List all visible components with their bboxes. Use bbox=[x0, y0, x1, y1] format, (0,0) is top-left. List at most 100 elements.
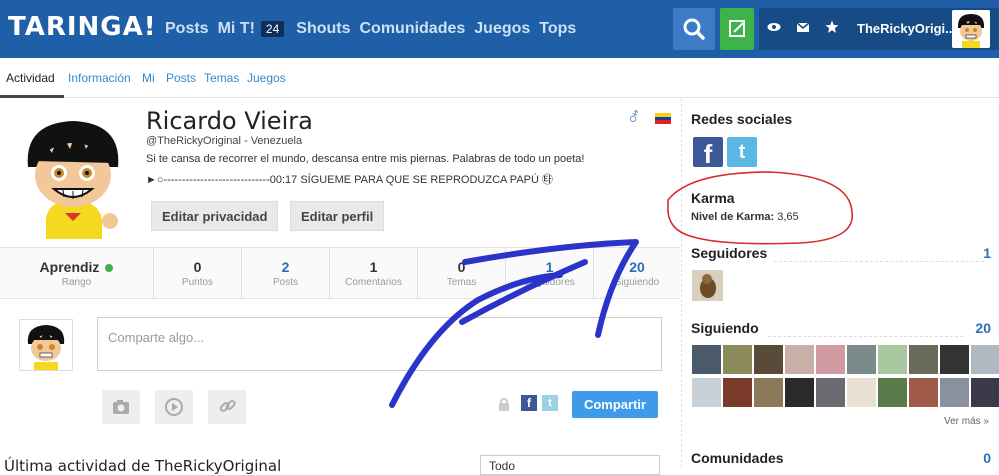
stat-followers[interactable]: 1 Seguidores bbox=[506, 248, 594, 300]
eye-icon[interactable] bbox=[767, 20, 781, 37]
profile-bio-line-2: ►○-----------------------------00:17 SÍG… bbox=[146, 174, 553, 186]
nav-shouts[interactable]: Shouts bbox=[296, 20, 350, 38]
site-logo[interactable]: TARINGA! bbox=[8, 12, 157, 42]
follower-avatar[interactable] bbox=[691, 269, 723, 301]
user-avatar[interactable] bbox=[952, 10, 990, 48]
edit-privacy-button[interactable]: Editar privacidad bbox=[151, 201, 279, 231]
divider bbox=[774, 261, 984, 262]
following-avatar[interactable] bbox=[908, 377, 939, 408]
online-status-dot bbox=[105, 264, 114, 273]
video-button[interactable] bbox=[155, 390, 193, 424]
stat-following[interactable]: 20 Siguiendo bbox=[594, 248, 680, 300]
following-avatar[interactable] bbox=[846, 344, 877, 375]
following-avatar[interactable] bbox=[753, 344, 784, 375]
stat-followers-value[interactable]: 1 bbox=[506, 259, 593, 275]
tab-temas[interactable]: Temas bbox=[204, 71, 239, 85]
stat-rank: Aprendiz Rango bbox=[0, 248, 154, 300]
following-avatar[interactable] bbox=[691, 344, 722, 375]
tab-actividad[interactable]: Actividad bbox=[6, 71, 55, 85]
social-networks-title: Redes sociales bbox=[691, 111, 793, 127]
communities-title: Comunidades bbox=[691, 450, 784, 466]
see-more-link[interactable]: Ver más » bbox=[944, 416, 989, 427]
following-avatar[interactable] bbox=[753, 377, 784, 408]
stat-followers-label: Seguidores bbox=[524, 277, 575, 288]
following-avatar[interactable] bbox=[784, 344, 815, 375]
mail-icon[interactable] bbox=[796, 20, 810, 37]
stat-posts-value[interactable]: 2 bbox=[242, 259, 329, 275]
following-avatar[interactable] bbox=[691, 377, 722, 408]
following-avatar[interactable] bbox=[939, 344, 970, 375]
lock-icon[interactable] bbox=[498, 397, 510, 414]
following-avatar[interactable] bbox=[846, 377, 877, 408]
stat-posts[interactable]: 2 Posts bbox=[242, 248, 330, 300]
last-activity-title: Última actividad de TheRickyOriginal bbox=[4, 457, 282, 475]
tab-posts[interactable]: Posts bbox=[166, 71, 196, 85]
user-menu[interactable]: TheRickyOrigi... bbox=[759, 8, 999, 50]
share-input[interactable]: Comparte algo... bbox=[97, 317, 662, 371]
stat-rank-label: Rango bbox=[61, 277, 92, 288]
twitter-share-toggle[interactable]: t bbox=[542, 395, 558, 411]
nav-juegos[interactable]: Juegos bbox=[474, 20, 530, 38]
nav-comunidades[interactable]: Comunidades bbox=[359, 20, 465, 38]
write-button[interactable] bbox=[720, 8, 754, 50]
facebook-icon[interactable]: f bbox=[693, 137, 723, 169]
following-avatar[interactable] bbox=[939, 377, 970, 408]
following-count[interactable]: 20 bbox=[975, 320, 991, 336]
following-avatar[interactable] bbox=[877, 377, 908, 408]
photo-button[interactable] bbox=[102, 390, 140, 424]
following-avatar[interactable] bbox=[722, 377, 753, 408]
search-button[interactable] bbox=[673, 8, 715, 50]
karma-title: Karma bbox=[691, 190, 735, 206]
twitter-icon[interactable]: t bbox=[727, 137, 757, 167]
following-avatar[interactable] bbox=[722, 344, 753, 375]
profile-tabs: Actividad Información Mi Posts Temas Jue… bbox=[0, 58, 999, 98]
facebook-share-toggle[interactable]: f bbox=[521, 395, 537, 411]
tab-mi[interactable]: Mi bbox=[142, 71, 155, 85]
stat-following-label: Siguiendo bbox=[614, 277, 660, 288]
share-button[interactable]: Compartir bbox=[572, 391, 658, 418]
followers-count[interactable]: 1 bbox=[983, 245, 991, 261]
following-avatar[interactable] bbox=[970, 344, 999, 375]
stat-posts-label: Posts bbox=[272, 277, 298, 288]
stat-topics-value: 0 bbox=[457, 259, 466, 275]
search-icon bbox=[683, 18, 705, 40]
profile-header: Ricardo Vieira @TheRickyOriginal - Venez… bbox=[0, 99, 680, 247]
stat-comments: 1 Comentarios bbox=[330, 248, 418, 300]
following-avatar[interactable] bbox=[815, 377, 846, 408]
composer-avatar bbox=[19, 319, 73, 371]
top-bar: TARINGA! Posts Mi T! 24 Shouts Comunidad… bbox=[0, 0, 999, 58]
mi-t-badge: 24 bbox=[260, 21, 285, 37]
stat-topics: 0 Temas bbox=[418, 248, 506, 300]
followers-title: Seguidores bbox=[691, 245, 768, 261]
profile-name: Ricardo Vieira bbox=[146, 107, 313, 135]
following-avatar[interactable] bbox=[784, 377, 815, 408]
nav-mi-t[interactable]: Mi T! bbox=[218, 20, 255, 38]
username[interactable]: TheRickyOrigi... bbox=[857, 21, 956, 36]
profile-handle: @TheRickyOriginal - Venezuela bbox=[146, 135, 303, 147]
stat-following-value[interactable]: 20 bbox=[594, 259, 680, 275]
communities-count[interactable]: 0 bbox=[983, 450, 991, 466]
profile-avatar[interactable] bbox=[18, 109, 128, 239]
following-title: Siguiendo bbox=[691, 320, 759, 336]
karma-level-value: 3,65 bbox=[777, 211, 799, 223]
profile-bio-line-1: Si te cansa de recorrer el mundo, descan… bbox=[146, 153, 585, 165]
tab-informacion[interactable]: Información bbox=[68, 71, 131, 85]
star-icon[interactable] bbox=[825, 20, 839, 37]
edit-profile-button[interactable]: Editar perfil bbox=[290, 201, 385, 231]
stat-rank-value: Aprendiz bbox=[39, 259, 100, 275]
nav-tops[interactable]: Tops bbox=[539, 20, 576, 38]
karma-level-label: Nivel de Karma: bbox=[691, 211, 775, 223]
tab-juegos[interactable]: Juegos bbox=[247, 71, 286, 85]
active-tab-indicator bbox=[0, 95, 64, 98]
edit-icon bbox=[729, 20, 745, 37]
following-avatar[interactable] bbox=[970, 377, 999, 408]
following-avatar[interactable] bbox=[877, 344, 908, 375]
stat-topics-label: Temas bbox=[446, 277, 477, 288]
following-avatar[interactable] bbox=[908, 344, 939, 375]
link-button[interactable] bbox=[208, 390, 246, 424]
profile-sidebar: Redes sociales f t Karma Nivel de Karma:… bbox=[681, 99, 999, 467]
venezuela-flag-icon bbox=[655, 113, 671, 124]
nav-posts[interactable]: Posts bbox=[165, 20, 209, 38]
activity-filter-select[interactable]: Todo bbox=[480, 455, 660, 475]
following-avatar[interactable] bbox=[815, 344, 846, 375]
